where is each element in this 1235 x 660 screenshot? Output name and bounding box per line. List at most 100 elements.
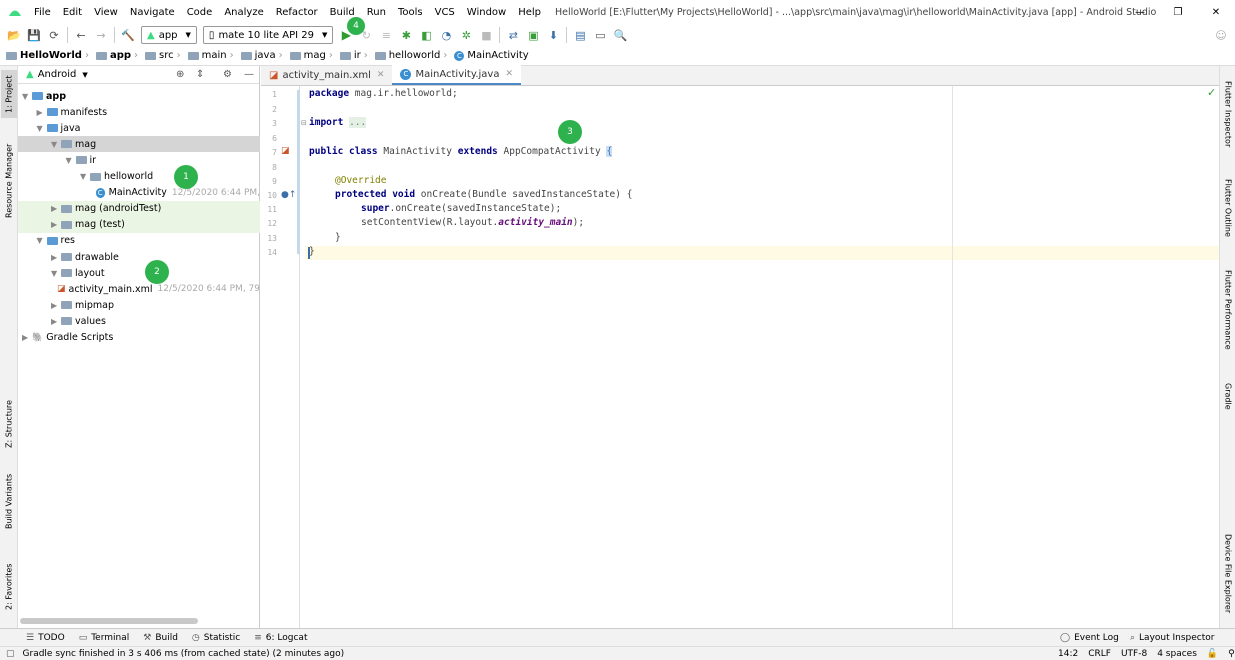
tool-logcat[interactable]: ≡ 6: Logcat (254, 633, 307, 643)
inspector-icon[interactable]: ⚲ (1228, 649, 1235, 659)
breadcrumb-item[interactable]: mag › (289, 50, 336, 61)
locate-target-icon[interactable]: ⊕ (176, 69, 184, 80)
device-select[interactable]: ▯ mate 10 lite API 29 ▼ (202, 26, 334, 44)
close-icon[interactable]: ✕ (505, 69, 513, 79)
tab-flutter-performance[interactable]: Flutter Performance (1221, 264, 1235, 356)
open-folder-icon[interactable]: 📂 (4, 25, 24, 45)
lock-icon[interactable]: 🔓 (1207, 649, 1218, 659)
tree-item[interactable]: ▼ ir (18, 152, 260, 168)
menu-analyze[interactable]: Analyze (218, 7, 269, 18)
expand-down-icon[interactable]: ▼ (51, 140, 61, 149)
breadcrumb-item[interactable]: ir › (339, 50, 371, 61)
expand-down-icon[interactable]: ▼ (51, 269, 61, 278)
menu-vcs[interactable]: VCS (429, 7, 461, 18)
tool-event-log[interactable]: ◯ Event Log (1060, 633, 1119, 643)
terminal-icon[interactable]: ▭ (590, 25, 610, 45)
tool-statistic[interactable]: ◷ Statistic (192, 633, 240, 643)
attach-debugger-icon[interactable]: ✲ (456, 25, 476, 45)
maximize-button[interactable]: ❐ (1159, 7, 1197, 18)
tool-build[interactable]: ⚒ Build (143, 633, 178, 643)
forward-arrow-icon[interactable]: → (91, 25, 111, 45)
back-arrow-icon[interactable]: ← (71, 25, 91, 45)
expand-down-icon[interactable]: ▼ (37, 236, 47, 245)
tab-gradle[interactable]: Gradle (1221, 376, 1235, 416)
tab-flutter-inspector[interactable]: Flutter Inspector (1221, 74, 1235, 154)
expand-right-icon[interactable]: ▶ (22, 333, 32, 342)
menu-refactor[interactable]: Refactor (270, 7, 324, 18)
tree-item[interactable]: ▶ values (18, 313, 260, 329)
save-icon[interactable]: 💾 (24, 25, 44, 45)
breadcrumb-item[interactable]: main › (187, 50, 237, 61)
run-gutter-icon[interactable]: ◪ (281, 146, 290, 156)
expand-down-icon[interactable]: ▼ (37, 124, 47, 133)
expand-right-icon[interactable]: ▶ (51, 317, 61, 326)
expand-down-icon[interactable]: ▼ (66, 156, 76, 165)
sdk-manager-icon[interactable]: ⬇ (543, 25, 563, 45)
close-icon[interactable]: ✕ (377, 70, 385, 80)
search-icon[interactable]: 🔍 (610, 25, 630, 45)
stop-icon[interactable]: ■ (476, 25, 496, 45)
caret-position[interactable]: 14:2 (1058, 649, 1078, 659)
tree-item[interactable]: ▼ java (18, 120, 260, 136)
tab-flutter-outline[interactable]: Flutter Outline (1221, 172, 1235, 244)
expand-right-icon[interactable]: ▶ (51, 220, 61, 229)
file-encoding[interactable]: UTF-8 (1121, 649, 1147, 659)
tab-activity-main-xml[interactable]: ◪ activity_main.xml ✕ (261, 65, 392, 85)
tree-item[interactable]: ▼ layout (18, 265, 260, 281)
user-icon[interactable]: ☺ (1211, 25, 1231, 45)
breadcrumb-item[interactable]: java › (240, 50, 286, 61)
minimize-button[interactable]: — (1121, 7, 1159, 18)
menu-file[interactable]: File (28, 7, 57, 18)
debug-bug-icon[interactable]: ✱ (396, 25, 416, 45)
tree-item[interactable]: ▼ app (18, 88, 260, 104)
make-project-hammer-icon[interactable]: 🔨 (118, 25, 138, 45)
breadcrumb-item[interactable]: HelloWorld › (6, 50, 92, 61)
panel-toggle-icon[interactable]: ▢ (6, 649, 15, 659)
tree-item[interactable]: ▶ mag (androidTest) (18, 200, 260, 217)
tool-todo[interactable]: ☰ TODO (26, 633, 65, 643)
run-coverage-icon[interactable]: ◧ (416, 25, 436, 45)
tab-build-variants[interactable]: Build Variants (1, 471, 17, 531)
tool-layout-inspector[interactable]: ⌕ Layout Inspector (1130, 633, 1214, 643)
fold-icon[interactable]: ⊟ (301, 119, 307, 127)
hide-panel-icon[interactable]: — (244, 69, 254, 80)
expand-right-icon[interactable]: ▶ (51, 204, 61, 213)
tree-item[interactable]: ▼ helloworld (18, 169, 260, 185)
override-gutter-icon[interactable]: ●↑ (281, 190, 296, 200)
tab-structure[interactable]: Z: Structure (1, 396, 17, 452)
tree-item[interactable]: ◪ activity_main.xml 12/5/2020 6:44 PM, 79 (18, 281, 260, 297)
indent-setting[interactable]: 4 spaces (1157, 649, 1197, 659)
tree-item[interactable]: ▶ manifests (18, 104, 260, 120)
menu-help[interactable]: Help (512, 7, 547, 18)
tab-resource-manager[interactable]: Resource Manager (1, 141, 17, 221)
tab-main-activity-java[interactable]: C MainActivity.java ✕ (392, 65, 521, 85)
breadcrumb-item[interactable]: helloworld › (374, 50, 451, 61)
expand-down-icon[interactable]: ▼ (80, 172, 90, 181)
expand-right-icon[interactable]: ▶ (51, 253, 61, 262)
sync-gradle-icon[interactable]: ⇄ (503, 25, 523, 45)
tool-terminal[interactable]: ▭ Terminal (79, 633, 130, 643)
expand-down-icon[interactable]: ▼ (22, 92, 32, 101)
horizontal-scrollbar[interactable] (20, 618, 198, 624)
sync-icon[interactable]: ⟳ (44, 25, 64, 45)
tab-favorites[interactable]: 2: Favorites (1, 556, 17, 618)
apply-code-changes-icon[interactable]: ≡ (376, 25, 396, 45)
tree-item[interactable]: ▶ mipmap (18, 297, 260, 313)
tree-item[interactable]: ▼ mag (18, 136, 260, 153)
tree-item[interactable]: ▶ 🐘 Gradle Scripts (18, 330, 260, 346)
menu-run[interactable]: Run (361, 7, 392, 18)
chevron-down-icon[interactable]: ▼ (82, 71, 87, 79)
tab-project[interactable]: 1: Project (1, 70, 17, 118)
tree-item[interactable]: C MainActivity 12/5/2020 6:44 PM, (18, 185, 260, 201)
menu-code[interactable]: Code (181, 7, 219, 18)
menu-view[interactable]: View (88, 7, 124, 18)
tree-item[interactable]: ▼ res (18, 233, 260, 249)
menu-navigate[interactable]: Navigate (124, 7, 181, 18)
menu-window[interactable]: Window (461, 7, 512, 18)
menu-edit[interactable]: Edit (57, 7, 88, 18)
collapse-all-icon[interactable]: ⇕ (196, 69, 204, 80)
code-editor[interactable]: 1 2 3 6 7 8 9 10 11 12 13 14 package mag.ir.hellowo… (261, 86, 1219, 628)
breadcrumb-item[interactable]: app › (95, 50, 141, 61)
avd-manager-icon[interactable]: ▣ (523, 25, 543, 45)
breadcrumb-item[interactable]: C MainActivity (454, 50, 529, 61)
